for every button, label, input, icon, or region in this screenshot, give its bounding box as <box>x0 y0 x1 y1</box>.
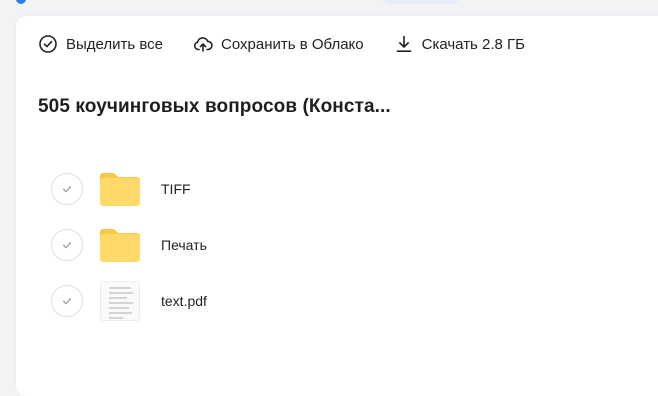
save-to-cloud-label: Сохранить в Облако <box>221 35 364 53</box>
file-name: Печать <box>161 237 207 253</box>
checkmark-icon <box>62 297 72 305</box>
app-logo-fragment <box>16 0 26 4</box>
folder-title: 505 коучинговых вопросов (Конста... <box>38 96 391 117</box>
file-name: TIFF <box>161 181 191 197</box>
check-circle-icon <box>39 35 57 53</box>
top-strip <box>0 0 658 6</box>
file-list: TIFF Печать text.pdf <box>51 161 611 329</box>
select-all-label: Выделить все <box>66 35 164 53</box>
download-label: Скачать 2.8 ГБ <box>421 35 526 53</box>
select-checkbox[interactable] <box>51 173 83 205</box>
file-row-pdf[interactable]: text.pdf <box>51 273 611 329</box>
file-row-print[interactable]: Печать <box>51 217 611 273</box>
download-button[interactable]: Скачать 2.8 ГБ <box>394 34 525 54</box>
save-to-cloud-button[interactable]: Сохранить в Облако <box>193 34 364 54</box>
select-all-button[interactable]: Выделить все <box>38 34 163 54</box>
select-checkbox[interactable] <box>51 229 83 261</box>
checkmark-icon <box>62 241 72 249</box>
cloud-upload-icon <box>193 37 213 52</box>
top-tab-fragment[interactable] <box>383 0 459 4</box>
folder-icon <box>100 225 140 265</box>
file-row-tiff[interactable]: TIFF <box>51 161 611 217</box>
toolbar: Выделить все Сохранить в Облако Скачать … <box>38 33 555 55</box>
pdf-thumbnail <box>100 281 140 321</box>
checkmark-icon <box>62 185 72 193</box>
folder-icon <box>100 169 140 209</box>
download-icon <box>396 35 411 52</box>
file-name: text.pdf <box>161 293 207 309</box>
folder-panel: Выделить все Сохранить в Облако Скачать … <box>16 16 658 396</box>
select-checkbox[interactable] <box>51 285 83 317</box>
